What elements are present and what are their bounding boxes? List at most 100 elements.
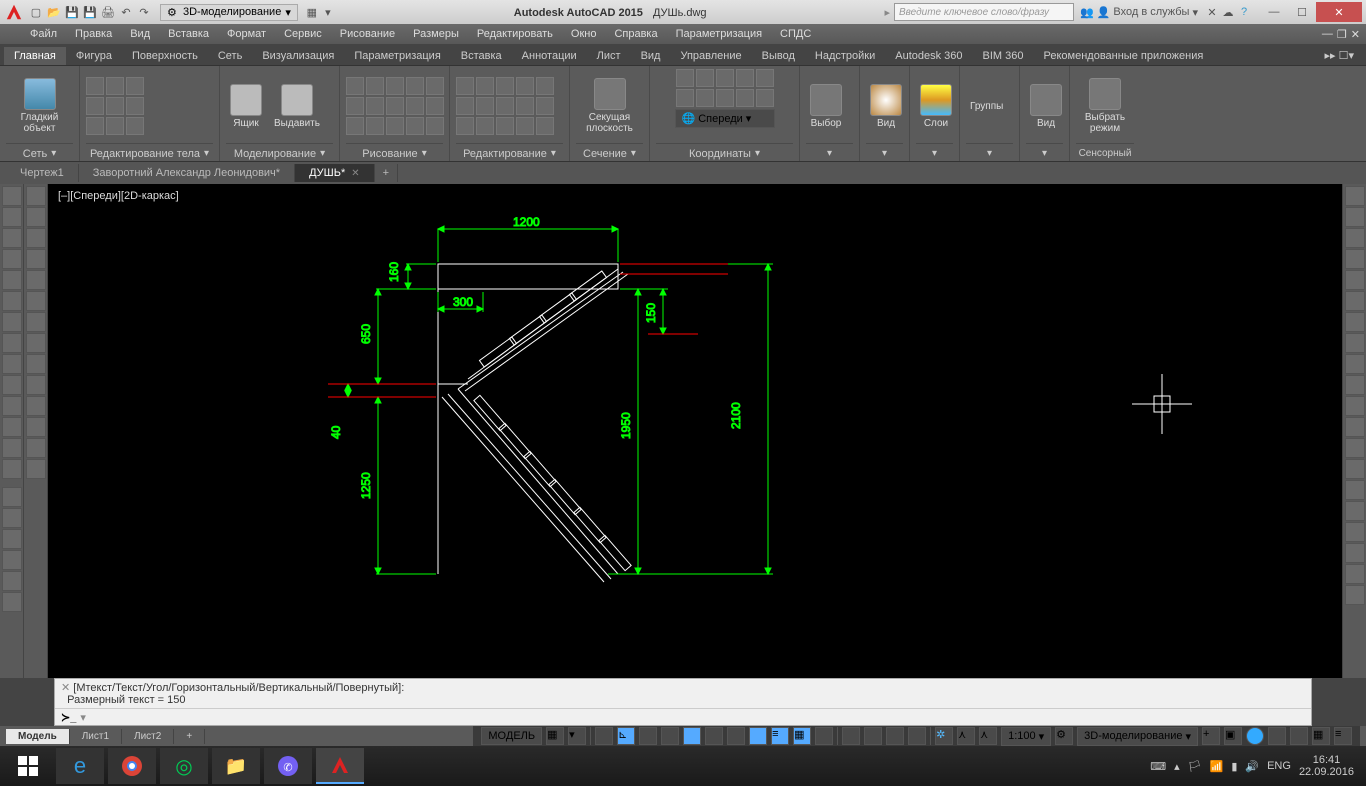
md-1[interactable] <box>456 77 474 95</box>
tab-featured[interactable]: Рекомендованные приложения <box>1034 47 1214 65</box>
tray-clock[interactable]: 16:41 22.09.2016 <box>1299 754 1354 778</box>
lt2-10[interactable] <box>26 375 46 395</box>
rt-2[interactable] <box>1345 207 1365 227</box>
lt1-19[interactable] <box>2 571 22 591</box>
menu-parametric[interactable]: Параметризация <box>676 28 762 40</box>
tab-layout1[interactable]: Лист1 <box>70 729 122 744</box>
md-15[interactable] <box>536 117 554 135</box>
infocenter-arrow[interactable]: ▸ <box>884 6 890 19</box>
panel-coords-title[interactable]: Координаты ▾ <box>656 143 793 161</box>
view-controls-label[interactable]: [–][Спереди][2D-каркас] <box>58 190 179 202</box>
selection-button[interactable]: Выбор <box>806 82 846 131</box>
ucs-1[interactable] <box>676 69 694 87</box>
doc-tab-1[interactable]: Чертеж1 <box>6 164 79 182</box>
sb-model[interactable]: МОДЕЛЬ <box>481 727 542 745</box>
se-6[interactable] <box>126 97 144 115</box>
se-7[interactable] <box>86 117 104 135</box>
panel-sel-title[interactable]: ▾ <box>806 143 853 161</box>
command-input[interactable]: ≻_▾ <box>55 708 1311 726</box>
lt1-6[interactable] <box>2 291 22 311</box>
sb-plus[interactable]: + <box>1202 727 1220 745</box>
lt2-4[interactable] <box>26 249 46 269</box>
sb-menu[interactable]: ≡ <box>1334 727 1352 745</box>
sb-gear[interactable]: ⚙ <box>1055 727 1073 745</box>
save-icon[interactable]: 💾 <box>64 4 80 20</box>
rt-8[interactable] <box>1345 333 1365 353</box>
tab-parametric[interactable]: Параметризация <box>344 47 450 65</box>
lt1-12[interactable] <box>2 417 22 437</box>
tab-a360[interactable]: Autodesk 360 <box>885 47 972 65</box>
dr-10[interactable] <box>426 97 444 115</box>
sb-tpy[interactable]: ▦ <box>793 727 811 745</box>
sb-workspace[interactable]: 3D-моделирование ▾ <box>1077 727 1198 746</box>
sb-snap[interactable] <box>595 727 613 745</box>
lt2-9[interactable] <box>26 354 46 374</box>
tab-addins[interactable]: Надстройки <box>805 47 885 65</box>
new-icon[interactable]: ▢ <box>28 4 44 20</box>
se-4[interactable] <box>86 97 104 115</box>
lt2-2[interactable] <box>26 207 46 227</box>
undo-icon[interactable]: ↶ <box>118 4 134 20</box>
lt2-7[interactable] <box>26 312 46 332</box>
rt-20[interactable] <box>1345 585 1365 605</box>
se-9[interactable] <box>126 117 144 135</box>
tab-solid[interactable]: Фигура <box>66 47 122 65</box>
rt-1[interactable] <box>1345 186 1365 206</box>
lt1-5[interactable] <box>2 270 22 290</box>
drawing-canvas[interactable]: [–][Спереди][2D-каркас] <box>48 184 1342 678</box>
dr-8[interactable] <box>386 97 404 115</box>
taskbar-ie[interactable]: e <box>56 748 104 784</box>
md-9[interactable] <box>516 97 534 115</box>
se-3[interactable] <box>126 77 144 95</box>
lt2-12[interactable] <box>26 417 46 437</box>
tray-keyboard-icon[interactable]: ⌨ <box>1150 760 1166 773</box>
menu-insert[interactable]: Вставка <box>168 28 209 40</box>
rt-12[interactable] <box>1345 417 1365 437</box>
tab-annotate[interactable]: Аннотации <box>512 47 587 65</box>
touch-mode-button[interactable]: Выбрать режим <box>1076 76 1134 136</box>
tray-volume-icon[interactable]: 🔊 <box>1245 760 1259 773</box>
dr-11[interactable] <box>346 117 364 135</box>
rt-7[interactable] <box>1345 312 1365 332</box>
lt1-15[interactable] <box>2 487 22 507</box>
md-11[interactable] <box>456 117 474 135</box>
lt1-13[interactable] <box>2 438 22 458</box>
help-icon[interactable]: ? <box>1236 4 1252 20</box>
tab-manage[interactable]: Управление <box>670 47 751 65</box>
panel-groups-title[interactable]: ▾ <box>966 143 1013 161</box>
menu-file[interactable]: Файл <box>30 28 57 40</box>
tray-network-icon[interactable]: 📶 <box>1210 760 1224 773</box>
lt1-3[interactable] <box>2 228 22 248</box>
dr-5[interactable] <box>426 77 444 95</box>
taskbar-viber[interactable]: ✆ <box>264 748 312 784</box>
md-6[interactable] <box>456 97 474 115</box>
doc-minimize-button[interactable]: — <box>1322 28 1333 41</box>
tab-insert[interactable]: Вставка <box>451 47 512 65</box>
dr-13[interactable] <box>386 117 404 135</box>
doc-restore-button[interactable]: ❐ <box>1337 28 1347 41</box>
ucs-6[interactable] <box>676 89 694 107</box>
sb-anno[interactable]: ✲ <box>935 727 953 745</box>
ucs-10[interactable] <box>756 89 774 107</box>
dr-4[interactable] <box>406 77 424 95</box>
tray-expand-icon[interactable]: ▴ <box>1174 760 1180 773</box>
box-button[interactable]: Ящик <box>226 82 266 131</box>
tab-layout2[interactable]: Лист2 <box>122 729 174 744</box>
search-input[interactable]: Введите ключевое слово/фразу <box>894 3 1074 21</box>
sb-sc[interactable] <box>842 727 860 745</box>
lt1-8[interactable] <box>2 333 22 353</box>
sb-lwt[interactable]: ≡ <box>771 727 789 745</box>
lt1-10[interactable] <box>2 375 22 395</box>
se-2[interactable] <box>106 77 124 95</box>
lt1-9[interactable] <box>2 354 22 374</box>
autocad-logo[interactable] <box>4 2 24 22</box>
panel-view-title[interactable]: ▾ <box>866 143 903 161</box>
start-button[interactable] <box>4 748 52 784</box>
doc-tab-3[interactable]: ДУШЬ*✕ <box>295 164 375 182</box>
new-layout-button[interactable]: + <box>174 729 205 744</box>
rt-9[interactable] <box>1345 354 1365 374</box>
sb-3d[interactable] <box>864 727 882 745</box>
sb-ortho[interactable]: ⊾ <box>617 727 635 745</box>
rt-5[interactable] <box>1345 270 1365 290</box>
sb-osnap[interactable] <box>683 727 701 745</box>
